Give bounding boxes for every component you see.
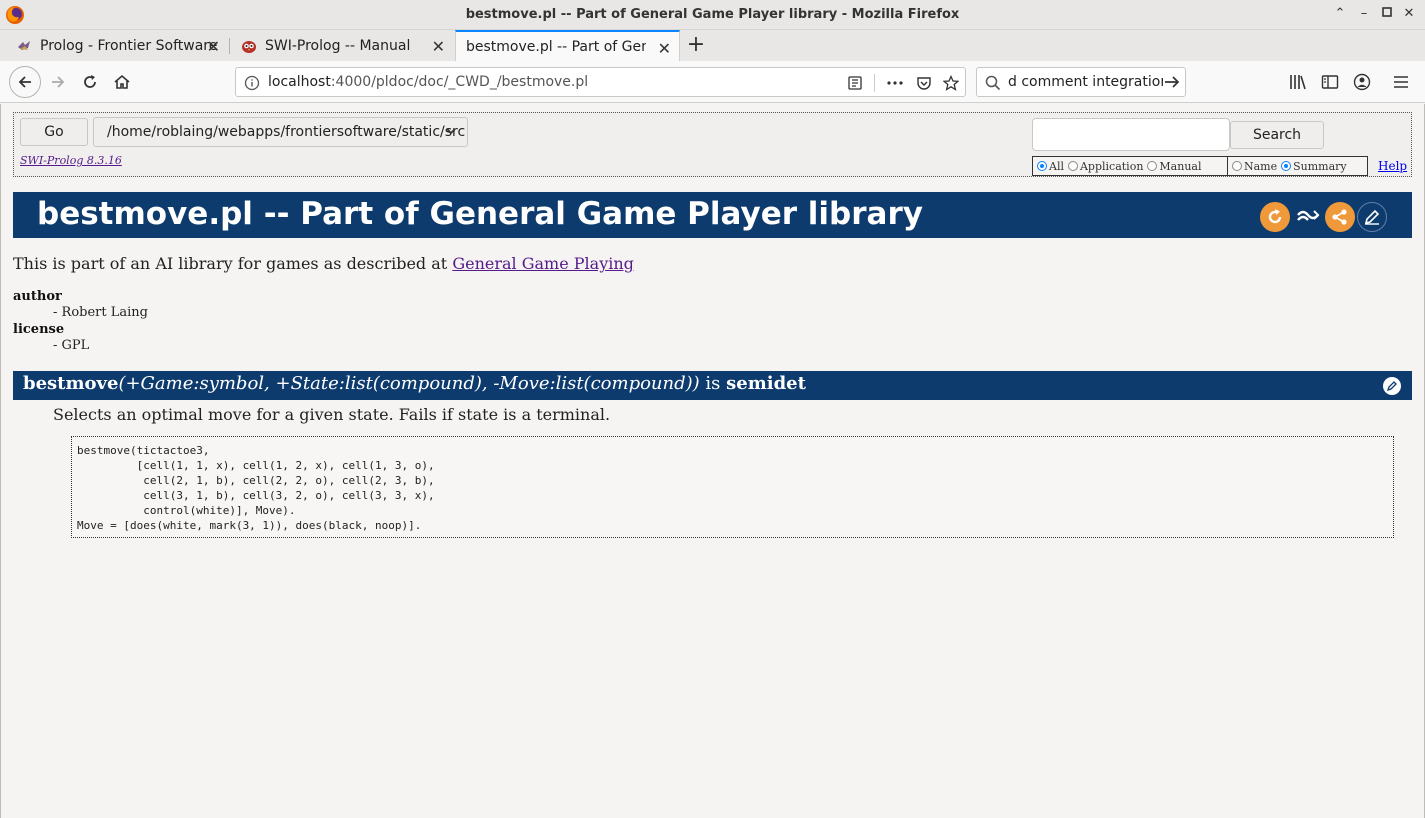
tab-bar: Prolog - Frontier Software ✕ SWI-Prolog … bbox=[0, 30, 1425, 61]
close-window-icon[interactable]: ✕ bbox=[1401, 6, 1417, 22]
radio-label: Summary bbox=[1293, 159, 1347, 173]
tab-swi-prolog-manual[interactable]: SWI-Prolog -- Manual ✕ bbox=[231, 30, 453, 61]
tag-author-value: - Robert Laing bbox=[53, 305, 148, 320]
search-icon bbox=[985, 75, 1001, 91]
predicate-name: bestmove bbox=[23, 373, 119, 394]
search-scope-group: All Application Manual bbox=[1032, 156, 1228, 176]
forward-button[interactable] bbox=[44, 68, 72, 96]
tab-bestmove[interactable]: bestmove.pl -- Part of Gener ✕ bbox=[455, 30, 680, 61]
search-bar-text: d comment integration bbox=[1008, 74, 1163, 90]
info-icon[interactable] bbox=[244, 75, 260, 91]
reload-button[interactable] bbox=[76, 68, 104, 96]
home-button[interactable] bbox=[108, 68, 136, 96]
radio-manual[interactable]: Manual bbox=[1147, 159, 1202, 173]
predicate-description: Selects an optimal move for a given stat… bbox=[53, 405, 611, 424]
predicate-args: (+Game:symbol, +State:list(compound), -M… bbox=[118, 373, 700, 394]
swi-prolog-version-link[interactable]: SWI-Prolog 8.3.16 bbox=[20, 154, 122, 167]
home-icon bbox=[114, 74, 130, 89]
tag-license-value: - GPL bbox=[53, 338, 90, 353]
chevron-down-icon bbox=[445, 118, 457, 156]
radio-label: Manual bbox=[1159, 159, 1202, 173]
file-intro: This is part of an AI library for games … bbox=[13, 254, 634, 273]
tab-separator bbox=[229, 38, 230, 54]
reader-view-icon[interactable] bbox=[845, 73, 865, 93]
share-icon[interactable] bbox=[1325, 202, 1355, 232]
radio-checked-icon bbox=[1037, 161, 1047, 171]
intro-text: This is part of an AI library for games … bbox=[13, 254, 453, 273]
pldoc-navbar: Go /home/roblaing/webapps/frontiersoftwa… bbox=[13, 112, 1412, 177]
url-separator bbox=[874, 74, 875, 92]
radio-unchecked-icon bbox=[1067, 161, 1078, 171]
bookmark-star-icon[interactable] bbox=[941, 73, 961, 93]
frontier-favicon-icon bbox=[18, 40, 30, 50]
radio-unchecked-icon bbox=[1147, 161, 1158, 171]
directory-select-value: /home/roblaing/webapps/frontiersoftware/… bbox=[107, 124, 466, 140]
predicate-header: bestmove(+Game:symbol, +State:list(compo… bbox=[13, 371, 1412, 400]
url-path: :4000/pldoc/doc/_CWD_/bestmove.pl bbox=[330, 74, 589, 90]
maximize-icon[interactable] bbox=[1379, 6, 1395, 22]
help-link[interactable]: Help bbox=[1378, 159, 1407, 173]
page-content: Go /home/roblaing/webapps/frontiersoftwa… bbox=[0, 104, 1425, 818]
close-tab-icon[interactable]: ✕ bbox=[432, 37, 445, 56]
search-bar[interactable]: d comment integration bbox=[976, 67, 1186, 97]
radio-label: All bbox=[1049, 159, 1064, 173]
radio-summary[interactable]: Summary bbox=[1281, 160, 1347, 173]
go-button[interactable]: Go bbox=[20, 118, 88, 146]
file-title: bestmove.pl -- Part of General Game Play… bbox=[37, 196, 923, 232]
radio-label: Application bbox=[1079, 159, 1144, 173]
window-title: bestmove.pl -- Part of General Game Play… bbox=[465, 7, 960, 22]
radio-name[interactable]: Name bbox=[1232, 160, 1277, 173]
navigation-toolbar: localhost:4000/pldoc/doc/_CWD_/bestmove.… bbox=[0, 61, 1425, 103]
tag-license-label: license bbox=[13, 322, 65, 337]
chevron-up-icon[interactable]: ⌃ bbox=[1332, 6, 1348, 22]
edit-predicate-icon[interactable] bbox=[1383, 377, 1401, 395]
tab-frontier-software[interactable]: Prolog - Frontier Software ✕ bbox=[6, 30, 228, 61]
search-go-icon[interactable] bbox=[1163, 73, 1181, 91]
radio-all[interactable]: All bbox=[1037, 160, 1064, 173]
window-left-edge bbox=[0, 104, 1, 818]
hamburger-menu-icon[interactable] bbox=[1392, 73, 1410, 91]
pocket-icon[interactable] bbox=[914, 73, 934, 93]
arrow-right-icon bbox=[52, 76, 65, 88]
close-tab-icon[interactable]: ✕ bbox=[207, 37, 220, 56]
file-header: bestmove.pl -- Part of General Game Play… bbox=[13, 192, 1412, 238]
tab-label: SWI-Prolog -- Manual bbox=[265, 37, 411, 54]
close-tab-icon[interactable]: ✕ bbox=[658, 39, 671, 58]
general-game-playing-link[interactable]: General Game Playing bbox=[452, 254, 634, 273]
url-text: localhost:4000/pldoc/doc/_CWD_/bestmove.… bbox=[268, 74, 588, 90]
tab-label: bestmove.pl -- Part of Gener bbox=[466, 38, 646, 55]
radio-checked-icon bbox=[1281, 161, 1292, 171]
new-tab-button[interactable]: + bbox=[684, 34, 708, 58]
radio-unchecked-icon bbox=[1232, 161, 1242, 171]
reload-source-icon[interactable] bbox=[1260, 202, 1290, 232]
account-icon[interactable] bbox=[1353, 73, 1371, 91]
arrow-left-icon bbox=[18, 76, 31, 88]
pldoc-search-input[interactable] bbox=[1032, 118, 1230, 151]
predicate-is: is bbox=[699, 373, 727, 394]
library-icon[interactable] bbox=[1289, 73, 1307, 91]
sidebar-icon[interactable] bbox=[1321, 73, 1339, 91]
predicate-determinism: semidet bbox=[726, 373, 806, 394]
code-example: bestmove(tictactoe3, [cell(1, 1, x), cel… bbox=[71, 436, 1394, 538]
search-field-group: Name Summary bbox=[1227, 156, 1368, 176]
window-titlebar: bestmove.pl -- Part of General Game Play… bbox=[0, 0, 1425, 30]
tag-author-label: author bbox=[13, 289, 62, 304]
page-actions-icon[interactable] bbox=[885, 73, 905, 93]
back-button[interactable] bbox=[9, 66, 41, 98]
url-bar[interactable]: localhost:4000/pldoc/doc/_CWD_/bestmove.… bbox=[235, 67, 966, 97]
radio-label: Name bbox=[1244, 159, 1278, 173]
directory-select[interactable]: /home/roblaing/webapps/frontiersoftware/… bbox=[93, 117, 468, 147]
source-toggle-icon[interactable] bbox=[1293, 202, 1323, 232]
search-button[interactable]: Search bbox=[1230, 121, 1324, 149]
url-host: localhost bbox=[268, 74, 331, 90]
swi-owl-icon bbox=[242, 40, 256, 53]
reload-icon bbox=[84, 75, 96, 88]
edit-pencil-icon[interactable] bbox=[1357, 202, 1387, 232]
tab-label: Prolog - Frontier Software bbox=[40, 37, 218, 54]
radio-application[interactable]: Application bbox=[1067, 159, 1144, 173]
minimize-icon[interactable]: – bbox=[1356, 6, 1372, 22]
